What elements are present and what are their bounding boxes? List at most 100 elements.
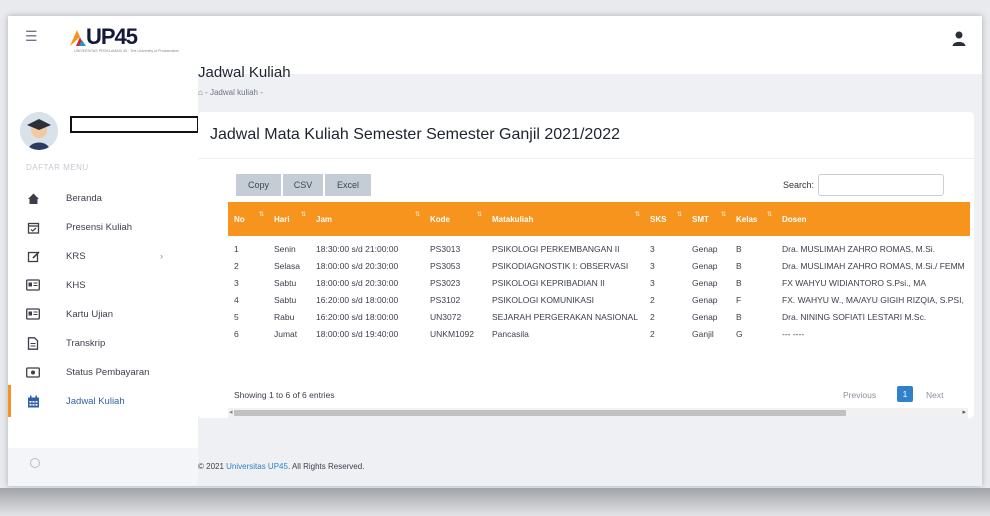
sidebar-item-status-pembayaran[interactable]: Status Pembayaran xyxy=(8,360,198,384)
table-row: 6 Jumat 18:00:00 s/d 19:40:00 UNKM1092 Panca… xyxy=(228,325,970,342)
table-cell-no: 3 xyxy=(234,277,239,288)
column-header-smt[interactable]: SMT ⇅ xyxy=(686,202,730,236)
table-cell-no: 5 xyxy=(234,311,239,322)
sidebar-item-label: Status Pembayaran xyxy=(66,366,150,378)
sort-icon: ⇅ xyxy=(720,212,726,218)
csv-button[interactable]: CSV xyxy=(283,174,323,196)
table-cell-dosen: FX. WAHYU W., MA/AYU GIGIH RIZQIA, S.PSI… xyxy=(782,294,964,305)
menu-toggle-icon[interactable]: ☰ xyxy=(25,28,38,45)
table-row: 3 Sabtu 18:00:00 s/d 20:30:00 PS3023 PSIKOLO… xyxy=(228,274,970,291)
id-card-icon xyxy=(26,278,40,292)
table-cell-no: 2 xyxy=(234,260,239,271)
table-cell-no: 6 xyxy=(234,328,239,339)
id-card-icon xyxy=(26,307,40,321)
pagination-next[interactable]: Next xyxy=(926,390,943,400)
table-cell-matakuliah: PSIKOLOGI KEPRIBADIAN II xyxy=(492,277,605,288)
sidebar-item-kartu-ujian[interactable]: Kartu Ujian xyxy=(8,302,198,326)
footer-link[interactable]: Universitas UP45 xyxy=(226,462,288,471)
home-icon xyxy=(26,191,40,205)
table-cell-hari: Senin xyxy=(274,243,296,254)
table-info: Showing 1 to 6 of 6 entries xyxy=(234,390,335,400)
table-cell-smt: Genap xyxy=(692,277,718,288)
screen-edge xyxy=(0,488,990,516)
table-cell-kelas: B xyxy=(736,277,742,288)
table-cell-jam: 18:30:00 s/d 21:00:00 xyxy=(316,243,399,254)
column-header-no[interactable]: No ⇅ xyxy=(228,202,268,236)
table-cell-kode: UNKM1092 xyxy=(430,328,474,339)
table-cell-hari: Rabu xyxy=(274,311,295,322)
table-cell-sks: 3 xyxy=(650,260,655,271)
scroll-left-icon[interactable]: ◂ xyxy=(229,408,233,416)
table-cell-matakuliah: SEJARAH PERGERAKAN NASIONAL xyxy=(492,311,638,322)
page-title: Jadwal Kuliah xyxy=(198,64,291,81)
sort-icon: ⇅ xyxy=(414,212,420,218)
table-cell-jam: 16:20:00 s/d 18:00:00 xyxy=(316,311,399,322)
logo-text: UP45 xyxy=(86,24,138,49)
column-header-dosen[interactable]: Dosen xyxy=(776,202,970,236)
column-header-hari[interactable]: Hari ⇅ xyxy=(268,202,310,236)
scrollbar-thumb[interactable] xyxy=(234,410,846,416)
user-icon[interactable] xyxy=(948,28,970,50)
table-cell-kode: UN3072 xyxy=(430,311,462,322)
pagination-page-1[interactable]: 1 xyxy=(897,386,913,402)
table-cell-jam: 16:20:00 s/d 18:00:00 xyxy=(316,294,399,305)
footer-copyright: © 2021 xyxy=(198,462,227,471)
table-cell-hari: Sabtu xyxy=(274,294,297,305)
card-title: Jadwal Mata Kuliah Semester Semester Gan… xyxy=(210,126,620,143)
sidebar-item-transkrip[interactable]: Transkrip xyxy=(8,331,198,355)
table-cell-smt: Genap xyxy=(692,311,718,322)
sidebar-item-label: KRS xyxy=(66,250,86,262)
avatar[interactable] xyxy=(20,112,58,150)
scroll-right-icon[interactable]: ▸ xyxy=(962,408,966,416)
column-header-sks[interactable]: SKS ⇅ xyxy=(644,202,686,236)
table-cell-smt: Genap xyxy=(692,243,718,254)
table-cell-kode: PS3102 xyxy=(430,294,461,305)
chevron-right-icon: › xyxy=(160,251,163,261)
document-icon xyxy=(26,336,40,350)
search-input[interactable] xyxy=(818,174,944,196)
table-cell-jam: 18:00:00 s/d 20:30:00 xyxy=(316,277,399,288)
sidebar-footer-icon[interactable] xyxy=(30,458,40,468)
sidebar-item-jadwal-kuliah[interactable]: Jadwal Kuliah xyxy=(8,385,198,417)
sidebar-item-beranda[interactable]: Beranda xyxy=(8,186,198,210)
breadcrumb[interactable]: ⌂ - Jadwal kuliah - xyxy=(198,88,263,97)
table-row: 5 Rabu 16:20:00 s/d 18:00:00 UN3072 SEJARAH … xyxy=(228,308,970,325)
sidebar-item-label: KHS xyxy=(66,279,86,291)
column-header-matakuliah[interactable]: Matakuliah ⇅ xyxy=(486,202,644,236)
table-cell-sks: 2 xyxy=(650,328,655,339)
table-cell-matakuliah: PSIKODIAGNOSTIK I: OBSERVASI xyxy=(492,260,629,271)
sidebar-item-presensi-kuliah[interactable]: Presensi Kuliah xyxy=(8,215,198,239)
user-name-redacted xyxy=(70,116,199,133)
calendar-icon xyxy=(26,394,40,408)
footer-rights: . All Rights Reserved. xyxy=(287,462,365,471)
sidebar-item-label: Jadwal Kuliah xyxy=(66,395,125,407)
column-header-jam[interactable]: Jam ⇅ xyxy=(310,202,424,236)
footer: © 2021 Universitas UP45. All Rights Rese… xyxy=(198,462,364,471)
table-cell-matakuliah: PSIKOLOGI PERKEMBANGAN II xyxy=(492,243,620,254)
column-header-kode[interactable]: Kode ⇅ xyxy=(424,202,486,236)
table-cell-hari: Selasa xyxy=(274,260,300,271)
table-cell-sks: 2 xyxy=(650,311,655,322)
copy-button[interactable]: Copy xyxy=(236,174,281,196)
edit-icon xyxy=(26,249,40,263)
excel-button[interactable]: Excel xyxy=(325,174,371,196)
logo-tagline: UNIVERSITAS PROKLAMASI 45 · The Universi… xyxy=(74,49,180,53)
table-cell-dosen: --- ---- xyxy=(782,328,805,339)
horizontal-scrollbar[interactable]: ◂ ▸ xyxy=(228,408,968,418)
search-label: Search: xyxy=(783,180,815,190)
sort-icon: ⇅ xyxy=(676,212,682,218)
logo[interactable]: UP45 UNIVERSITAS PROKLAMASI 45 · The Uni… xyxy=(68,24,179,58)
sidebar-item-krs[interactable]: KRS › xyxy=(8,244,198,268)
pagination-previous[interactable]: Previous xyxy=(843,390,876,400)
sort-icon: ⇅ xyxy=(258,212,264,218)
sidebar-item-khs[interactable]: KHS xyxy=(8,273,198,297)
column-header-kelas[interactable]: Kelas ⇅ xyxy=(730,202,776,236)
sidebar-item-label: Presensi Kuliah xyxy=(66,221,133,233)
table-cell-kelas: B xyxy=(736,243,742,254)
table-cell-sks: 3 xyxy=(650,243,655,254)
sidebar-item-label: Beranda xyxy=(66,192,102,204)
table-cell-dosen: FX WAHYU WIDIANTORO S.Psi., MA xyxy=(782,277,927,288)
table-cell-matakuliah: PSIKOLOGI KOMUNIKASI xyxy=(492,294,595,305)
table-cell-kelas: B xyxy=(736,260,742,271)
table-cell-smt: Genap xyxy=(692,260,718,271)
